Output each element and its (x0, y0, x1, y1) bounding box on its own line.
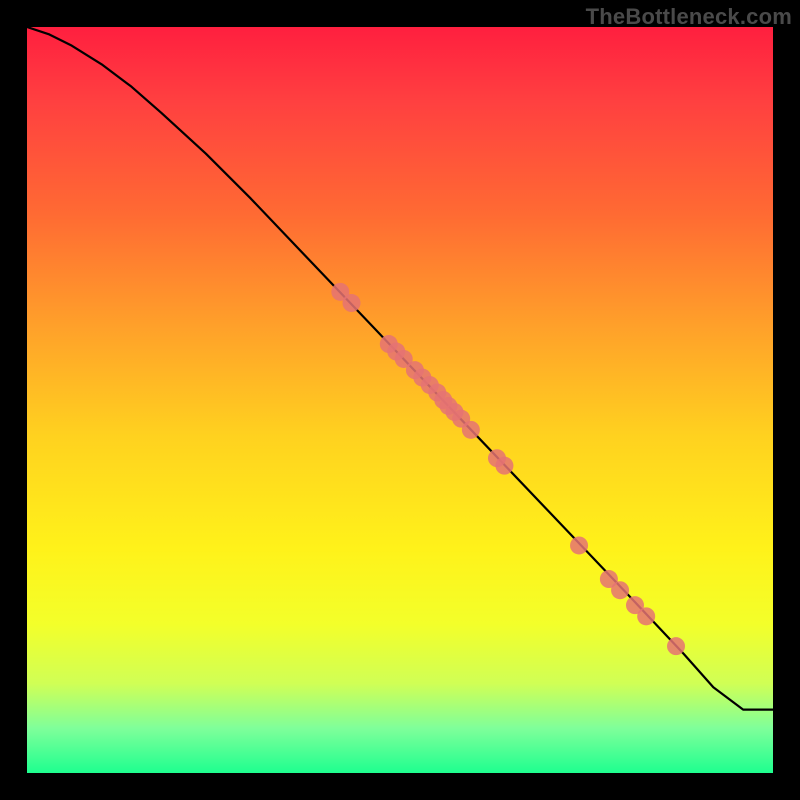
scatter-point (667, 637, 685, 655)
watermark-text: TheBottleneck.com (586, 4, 792, 30)
scatter-point (570, 536, 588, 554)
chart-stage: TheBottleneck.com (0, 0, 800, 800)
scatter-point (637, 607, 655, 625)
scatter-point (495, 457, 513, 475)
curve-line (27, 27, 773, 710)
scatter-point (462, 421, 480, 439)
scatter-point (611, 581, 629, 599)
chart-overlay (27, 27, 773, 773)
scatter-point (343, 294, 361, 312)
scatter-points (331, 283, 685, 655)
plot-area (27, 27, 773, 773)
